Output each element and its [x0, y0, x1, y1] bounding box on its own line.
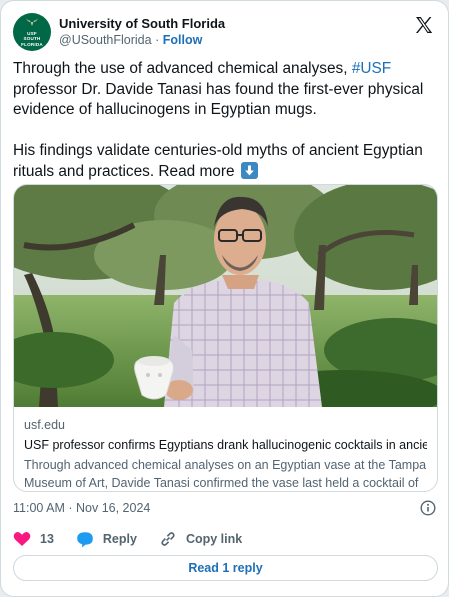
account-info: University of South Florida @USouthFlori…: [59, 15, 225, 49]
copy-link-label: Copy link: [185, 532, 243, 546]
tweet-text: Through the use of advanced chemical ana…: [13, 59, 441, 203]
account-subline: @USouthFlorida · Follow: [59, 32, 225, 49]
tweet-paragraph-1: Through the use of advanced chemical ana…: [13, 59, 441, 121]
reply-label: Reply: [102, 532, 137, 546]
tweet-paragraph-2: His findings validate centuries-old myth…: [13, 141, 441, 182]
link-card-meta: usf.edu USF professor confirms Egyptians…: [24, 416, 427, 491]
reply-bubble-icon: [77, 531, 93, 547]
tweet-header: USF SOUTH FLORIDA University of South Fl…: [13, 13, 436, 53]
account-handle[interactable]: @USouthFlorida: [59, 33, 152, 47]
like-button[interactable]: 13: [13, 531, 54, 547]
link-description: Through advanced chemical analyses on an…: [24, 458, 427, 490]
tweet-timestamp[interactable]: 11:00 AM · Nov 16, 2024: [13, 500, 150, 516]
tweet-text-part2: professor Dr. Davide Tanasi has found th…: [13, 80, 424, 119]
link-icon: [161, 532, 175, 546]
read-replies-button[interactable]: Read 1 reply: [13, 555, 438, 581]
tweet-text-part1: Through the use of advanced chemical ana…: [13, 60, 352, 77]
copy-link-button[interactable]: Copy link: [159, 530, 242, 548]
reply-button[interactable]: Reply: [76, 531, 137, 548]
article-photo: [14, 185, 437, 407]
account-name[interactable]: University of South Florida: [59, 15, 225, 32]
tweet-actions: 13 Reply Copy link: [13, 529, 264, 549]
link-preview-card[interactable]: usf.edu USF professor confirms Egyptians…: [13, 184, 438, 492]
tweet-embed-card: USF SOUTH FLORIDA University of South Fl…: [0, 0, 449, 597]
link-title: USF professor confirms Egyptians drank h…: [24, 438, 427, 452]
x-logo-icon[interactable]: [414, 15, 434, 35]
avatar-text-florida: FLORIDA: [21, 41, 43, 47]
separator-dot: ·: [155, 33, 160, 47]
hashtag-link[interactable]: #USF: [352, 60, 391, 77]
down-arrow-emoji: [240, 161, 258, 179]
heart-icon: [13, 532, 31, 546]
link-domain: usf.edu: [24, 418, 66, 432]
like-count: 13: [40, 532, 54, 546]
follow-button[interactable]: Follow: [163, 33, 203, 47]
tweet-text-para2: His findings validate centuries-old myth…: [13, 142, 423, 180]
avatar[interactable]: USF SOUTH FLORIDA: [13, 13, 51, 51]
bull-logo-icon: [25, 17, 39, 30]
info-icon[interactable]: [420, 500, 436, 516]
